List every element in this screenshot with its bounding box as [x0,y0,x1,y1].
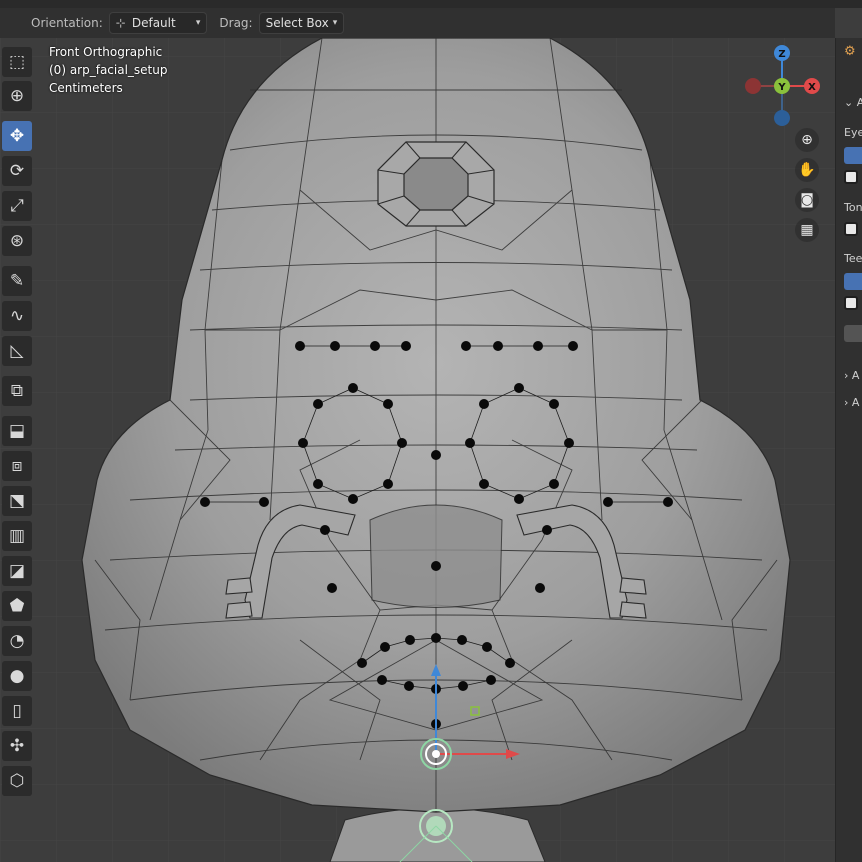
knife-icon[interactable]: ◪ [2,556,32,586]
spin-icon[interactable]: ◔ [2,626,32,656]
add-cube-icon[interactable]: ⧉ [2,376,32,406]
poly-build-icon[interactable]: ⬟ [2,591,32,621]
teeth-checkbox[interactable] [844,296,858,310]
bevel-icon[interactable]: ⬔ [2,486,32,516]
rip-icon[interactable]: ⬡ [2,766,32,796]
viewport-scene: Z X Y [0,38,835,862]
tongue-checkbox[interactable] [844,222,858,236]
move-icon[interactable]: ✥ [2,121,32,151]
section-tongue: Tong [844,201,862,214]
gizmo-x-label: X [808,82,816,93]
orientation-label: Orientation: [31,16,103,30]
drag-label: Drag: [219,16,253,30]
3d-viewport[interactable]: Z X Y [0,38,835,862]
rotate-icon[interactable]: ⟳ [2,156,32,186]
units-label: Centimeters [49,81,123,95]
eyebrow-bar[interactable] [844,147,862,164]
tool-settings-header: Orientation: ⊹ Default ▾ Drag: Select Bo… [0,8,835,38]
zoom-icon[interactable]: ⊕ [795,128,819,152]
edge-slide-icon[interactable]: ▯ [2,696,32,726]
transform-icon[interactable]: ⊛ [2,226,32,256]
chevron-down-icon: ▾ [195,18,201,28]
camera-icon[interactable]: ◙ [795,188,819,212]
chevron-down-icon: ▾ [332,18,338,28]
measure-icon[interactable]: ◺ [2,336,32,366]
cursor-icon[interactable]: ⊕ [2,81,32,111]
orientation-icon: ⊹ [115,16,126,30]
orientation-value: Default [131,16,176,30]
annotate-icon[interactable]: ✎ [2,266,32,296]
extrude-icon[interactable]: ⬓ [2,416,32,446]
view-name: Front Orthographic [49,45,163,59]
top-menu-strip [0,0,862,8]
shrink-fatten-icon[interactable]: ✣ [2,731,32,761]
panel-collapse-a2[interactable]: › A [844,369,859,382]
loop-cut-icon[interactable]: ▥ [2,521,32,551]
section-eyebrow: Eyeb [844,126,862,139]
teeth-bar[interactable] [844,273,862,290]
grid-view-icon[interactable]: ▦ [795,218,819,242]
orientation-dropdown[interactable]: ⊹ Default ▾ [108,12,208,34]
properties-sidebar: ⚙ ⌄ A Eyeb Tong Teet › A › A [835,38,862,862]
scale-icon[interactable]: ⤢ [2,191,32,221]
annotate-line-icon[interactable]: ∿ [2,301,32,331]
inset-icon[interactable]: ⧈ [2,451,32,481]
sidebar-button[interactable] [844,325,862,342]
panel-collapse-a3[interactable]: › A [844,396,859,409]
drag-value: Select Box [265,16,329,30]
pan-hand-icon[interactable]: ✋ [795,158,819,182]
smooth-icon[interactable]: ● [2,661,32,691]
tool-shelf: ⬚ ⊕ ✥ ⟳ ⤢ ⊛ ✎ ∿ ◺ ⧉ ⬓ ⧈ ⬔ ▥ ◪ ⬟ ◔ ● ▯ ✣ … [0,40,34,800]
octagon-ring [377,141,495,227]
gizmo-z-label: Z [778,49,785,60]
object-data-icon[interactable]: ⚙ [844,44,856,59]
select-box-icon[interactable]: ⬚ [2,47,32,77]
object-name: (0) arp_facial_setup [49,63,168,77]
drag-dropdown[interactable]: Select Box ▾ [258,12,345,34]
gizmo-y-label: Y [777,82,786,93]
section-teeth: Teet [844,252,862,265]
eyebrow-checkbox[interactable] [844,170,858,184]
panel-collapse-a1[interactable]: ⌄ A [844,96,862,109]
